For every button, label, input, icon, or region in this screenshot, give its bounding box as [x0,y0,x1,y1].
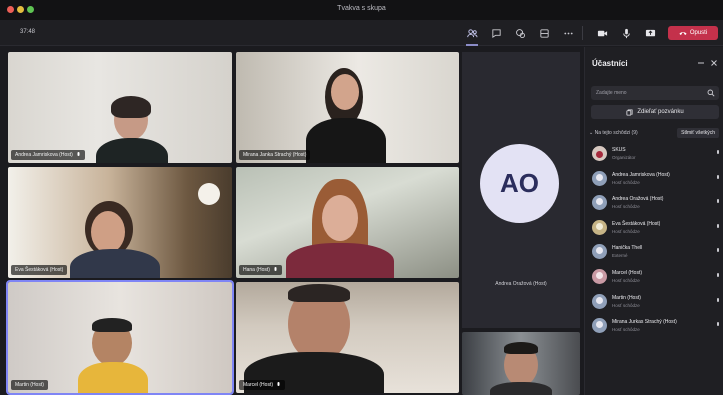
toolbar-divider [582,26,583,40]
invite-search-input[interactable]: Zadajte meno [591,86,719,100]
video-tile[interactable]: Eva Šestáková (Host) [8,167,232,278]
avatar [592,268,607,284]
participant-name-label: Martin (Host) [11,380,48,390]
microphone-icon [717,150,719,154]
mute-all-button[interactable]: Stlmiť všetkých [677,128,719,138]
participants-icon[interactable] [466,27,478,39]
microphone-icon [277,382,280,386]
meeting-timer: 37:48 [20,29,36,35]
participant-list-item[interactable]: SKUS Organizátor [589,143,722,168]
rooms-icon[interactable] [538,27,550,39]
panel-title: Účastníci [592,59,628,68]
copy-link-icon [626,108,633,116]
microphone-icon [717,174,719,179]
microphone-icon [717,248,719,253]
meeting-toolbar: 37:48 Opusti [0,20,723,46]
avatar [592,146,607,161]
participant-list-item[interactable]: Andrea Jamriskova (Host) Hosť schôdze [589,168,722,193]
avatar [592,244,607,260]
microphone-icon [717,199,719,204]
participant-list-item[interactable]: Eva Šestáková (Host) Hosť schôdze [589,217,722,242]
avatar [592,318,607,334]
participants-panel: Účastníci Zadajte meno Zdieľať pozvánku … [584,47,723,395]
microphone-icon [77,152,80,156]
video-tile[interactable]: Marcel (Host) [236,282,459,393]
avatar: AO [480,144,559,223]
popout-icon[interactable] [697,59,705,67]
participant-name-label: Eva Šestáková (Host) [11,265,68,275]
participant-name-label: Mirana Janka Strachý (Host) [239,150,311,160]
search-icon [707,89,715,97]
share-invite-button[interactable]: Zdieľať pozvánku [591,105,719,119]
participant-list-item[interactable]: Martin (Host) Hosť schôdze [589,291,722,316]
avatar [592,170,607,186]
video-tile[interactable]: Hana (Host) [236,167,459,278]
window-titlebar: Tvakva s skupa [0,0,723,20]
microphone-icon [717,272,719,277]
window-title: Tvakva s skupa [337,5,386,12]
participant-list-item[interactable]: Hanička Thell Externé [589,241,722,266]
video-tile[interactable]: Martin (Host) [6,280,234,395]
close-icon[interactable] [710,59,718,67]
participant-list-item[interactable]: Andrea Oražová (Host) Hosť schôdze [589,192,722,217]
avatar-tile[interactable]: AO Andrea Oražová (Host) [462,52,580,328]
microphone-icon[interactable] [620,27,632,39]
avatar [592,219,607,235]
share-screen-icon[interactable] [644,27,656,39]
self-view-tile[interactable] [462,332,580,395]
participant-list-item[interactable]: Mirana Jurkas Strachý (Host) Hosť schôdz… [589,315,722,340]
camera-icon[interactable] [596,27,608,39]
active-tab-indicator [466,44,478,46]
video-tile[interactable]: Mirana Janka Strachý (Host) [236,52,459,163]
leave-button-label: Opusti [689,30,708,36]
phone-hangup-icon [679,32,687,35]
participant-list-item[interactable]: Marcel (Host) Hosť schôdze [589,266,722,291]
reactions-icon[interactable] [514,27,526,39]
microphone-icon [274,267,277,271]
participant-name-label: Andrea Jamriskova (Host) [11,150,85,160]
participant-name-label: Hana (Host) [239,265,282,275]
participant-name-label: Andrea Oražová (Host) [495,281,547,287]
section-header[interactable]: ⌄ Na tejto schôdzi (9) [589,130,638,136]
microphone-icon [717,223,719,228]
microphone-icon [717,297,719,302]
leave-button[interactable]: Opusti [668,26,718,40]
participant-name-label: Marcel (Host) [239,380,286,390]
participant-list: SKUS Organizátor Andrea Jamriskova (Host… [589,143,722,340]
avatar [592,293,607,309]
avatar [592,195,607,211]
microphone-icon [717,322,719,327]
video-tile[interactable]: Andrea Jamriskova (Host) [8,52,232,163]
chat-icon[interactable] [490,27,502,39]
more-options-icon[interactable] [562,27,574,39]
